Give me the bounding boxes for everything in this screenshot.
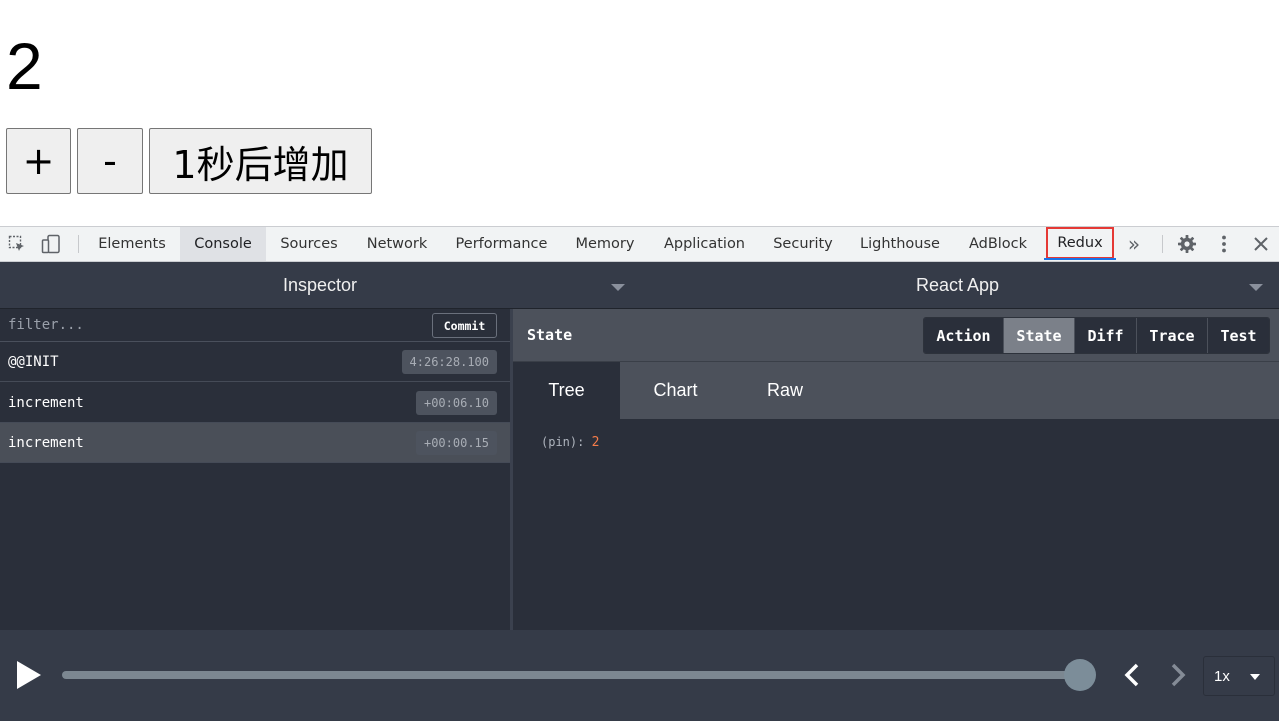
monitor-select-chevron-down-icon[interactable]	[611, 284, 625, 291]
state-tree-value: 2	[591, 435, 600, 450]
time-travel-bar: 1x	[0, 630, 1279, 721]
view-tab-group: Action State Diff Trace Test	[923, 317, 1270, 354]
counter-value: 2	[6, 29, 43, 103]
speed-chevron-down-icon	[1250, 674, 1260, 680]
action-name: increment	[8, 434, 84, 451]
state-tree-row: (pin): 2	[541, 435, 599, 450]
action-name: increment	[8, 394, 84, 411]
device-toolbar-icon[interactable]	[39, 227, 63, 261]
tab-network[interactable]: Network	[357, 227, 437, 261]
filter-input[interactable]: filter...	[8, 317, 84, 333]
inspector-pane: State Action State Diff Trace Test Tree …	[513, 309, 1279, 630]
subtab-chart[interactable]: Chart	[620, 362, 731, 419]
action-list-item[interactable]: increment +00:06.10	[0, 383, 510, 423]
subtab-raw[interactable]: Raw	[731, 362, 839, 419]
state-sub-tabs: Tree Chart Raw	[513, 362, 1279, 419]
tab-state[interactable]: State	[1004, 318, 1075, 353]
action-timestamp: +00:06.10	[415, 390, 497, 415]
next-action-icon[interactable]	[1164, 661, 1192, 689]
tab-trace[interactable]: Trace	[1137, 318, 1208, 353]
tab-elements[interactable]: Elements	[91, 227, 173, 261]
playback-speed-value: 1x	[1214, 667, 1230, 685]
kebab-menu-icon[interactable]	[1214, 227, 1234, 261]
app-page: 2 + - 1秒后增加	[0, 0, 1279, 226]
tab-memory[interactable]: Memory	[567, 227, 643, 261]
more-tabs-icon[interactable]: »	[1120, 227, 1148, 261]
toolbar-divider-right	[1162, 235, 1163, 253]
action-timestamp: +00:00.15	[415, 430, 497, 455]
async-increment-button[interactable]: 1秒后增加	[149, 128, 372, 194]
devtools-tab-bar: Elements Console Sources Network Perform…	[0, 226, 1279, 262]
tab-test[interactable]: Test	[1208, 318, 1269, 353]
action-list-pane: filter... Commit @@INIT 4:26:28.100 incr…	[0, 309, 510, 630]
redux-devtools-panel: Inspector React App filter... Commit @@I…	[0, 262, 1279, 721]
action-timestamp: 4:26:28.100	[401, 349, 497, 374]
subtab-tree[interactable]: Tree	[513, 362, 620, 419]
filter-row: filter... Commit	[0, 309, 510, 342]
inspector-title: State	[527, 326, 573, 344]
redux-top-bar: Inspector React App	[0, 262, 1279, 309]
instance-select-chevron-down-icon[interactable]	[1249, 284, 1263, 291]
state-tree-colon: :	[577, 435, 592, 449]
tab-security[interactable]: Security	[766, 227, 840, 261]
toolbar-divider	[78, 235, 79, 253]
tab-sources[interactable]: Sources	[272, 227, 346, 261]
play-icon[interactable]	[17, 661, 41, 689]
playback-speed-select[interactable]: 1x	[1203, 656, 1275, 696]
tab-lighthouse[interactable]: Lighthouse	[852, 227, 948, 261]
tab-performance[interactable]: Performance	[448, 227, 555, 261]
inspect-element-icon[interactable]	[6, 227, 28, 261]
tab-adblock[interactable]: AdBlock	[960, 227, 1036, 261]
previous-action-icon[interactable]	[1118, 661, 1146, 689]
increment-button[interactable]: +	[6, 128, 71, 194]
action-name: @@INIT	[8, 353, 59, 370]
close-icon[interactable]	[1250, 227, 1272, 261]
state-tree-key: (pin)	[541, 435, 578, 449]
action-list-item[interactable]: @@INIT 4:26:28.100	[0, 342, 510, 382]
timeline-slider-thumb[interactable]	[1064, 659, 1096, 691]
monitor-select[interactable]: Inspector	[0, 262, 640, 309]
commit-button[interactable]: Commit	[432, 313, 497, 338]
decrement-button[interactable]: -	[77, 128, 143, 194]
timeline-slider-track[interactable]	[62, 671, 1082, 679]
settings-gear-icon[interactable]	[1176, 227, 1198, 261]
tab-redux[interactable]: Redux	[1044, 227, 1116, 260]
instance-select[interactable]: React App	[640, 262, 1275, 309]
tab-application[interactable]: Application	[655, 227, 754, 261]
tab-console[interactable]: Console	[180, 227, 266, 261]
inspector-header: State Action State Diff Trace Test	[513, 309, 1279, 362]
action-list-item-selected[interactable]: increment +00:00.15	[0, 423, 510, 463]
tab-diff[interactable]: Diff	[1075, 318, 1137, 353]
tab-action[interactable]: Action	[924, 318, 1004, 353]
